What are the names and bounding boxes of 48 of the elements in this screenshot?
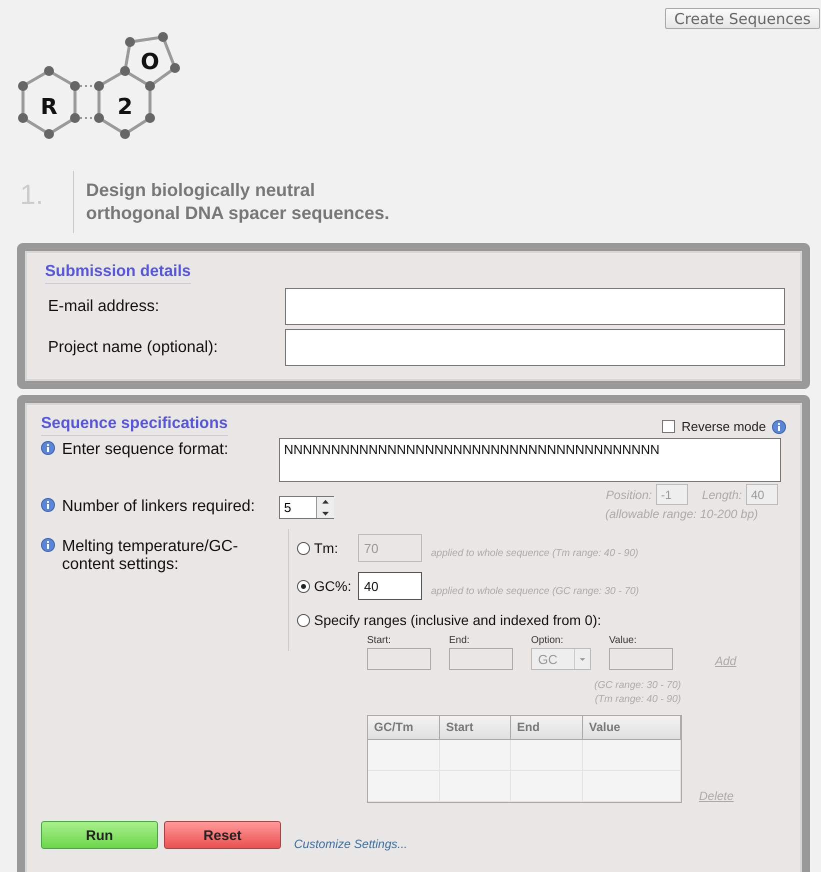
field-label: Project name (optional):: [47, 338, 219, 356]
radio-button[interactable]: [297, 614, 310, 626]
input-field[interactable]: [609, 648, 673, 670]
input-field[interactable]: 40: [358, 572, 422, 600]
radio-label: GC%:: [314, 578, 352, 594]
column-label: Option:: [531, 635, 564, 646]
run-button[interactable]: Run: [41, 821, 158, 849]
field-label: E-mail address:: [47, 298, 160, 316]
column-header: Start: [440, 716, 511, 739]
field-label: Enter sequence format:: [62, 441, 228, 459]
allowable-range-note: (allowable range: 10-200 bp): [605, 507, 758, 521]
sequence-format-field[interactable]: NNNNNNNNNNNNNNNNNNNNNNNNNNNNNNNNNNNNNNNN: [279, 438, 781, 482]
radio-button[interactable]: [297, 542, 310, 554]
checkbox[interactable]: [662, 420, 676, 433]
length-label: Length:: [702, 488, 742, 502]
step-title: Design biologically neutral orthogonal DNA spacer sequences.: [73, 171, 393, 233]
radio-label: Tm:: [314, 540, 340, 556]
column-label: Start:: [367, 635, 392, 646]
info-icon[interactable]: [772, 420, 786, 434]
logo: R 2 O: [15, 29, 185, 144]
input-field[interactable]: [285, 288, 785, 325]
input-field[interactable]: [285, 329, 785, 366]
linkers-spinner[interactable]: 5: [279, 496, 334, 519]
panel-title: Submission details: [45, 263, 191, 284]
range-note: applied to whole sequence (Tm range: 40 - 90): [431, 548, 638, 558]
reset-button[interactable]: Reset: [164, 821, 281, 849]
radio-label: Specify ranges (inclusive and indexed from 0):: [314, 612, 602, 628]
column-header: Value: [583, 716, 681, 739]
radio-button[interactable]: [297, 580, 310, 592]
position-label: Position:: [606, 488, 652, 502]
input-field[interactable]: [367, 648, 431, 670]
column-label: End:: [449, 635, 471, 646]
column-header: End: [511, 716, 583, 739]
info-icon[interactable]: [41, 441, 55, 455]
column-header: GC/Tm: [368, 716, 440, 739]
range-note: applied to whole sequence (GC range: 30 - 70): [431, 586, 639, 596]
field-label: Number of linkers required:: [62, 498, 255, 516]
panel-title: Sequence specifications: [41, 415, 228, 436]
info-icon[interactable]: [41, 538, 55, 552]
range-note: (GC range: 30 - 70): [594, 680, 681, 691]
range-note: (Tm range: 40 - 90): [594, 694, 681, 705]
column-label: Value:: [609, 635, 638, 646]
field-label: Melting temperature/GC-content settings:: [62, 538, 240, 574]
input-field[interactable]: [449, 648, 513, 670]
checkbox-label: Reverse mode: [681, 419, 766, 434]
info-icon[interactable]: [41, 498, 55, 512]
create-sequences-button[interactable]: Create Sequences: [665, 8, 820, 29]
customize-settings-link[interactable]: Customize Settings...: [294, 837, 408, 851]
